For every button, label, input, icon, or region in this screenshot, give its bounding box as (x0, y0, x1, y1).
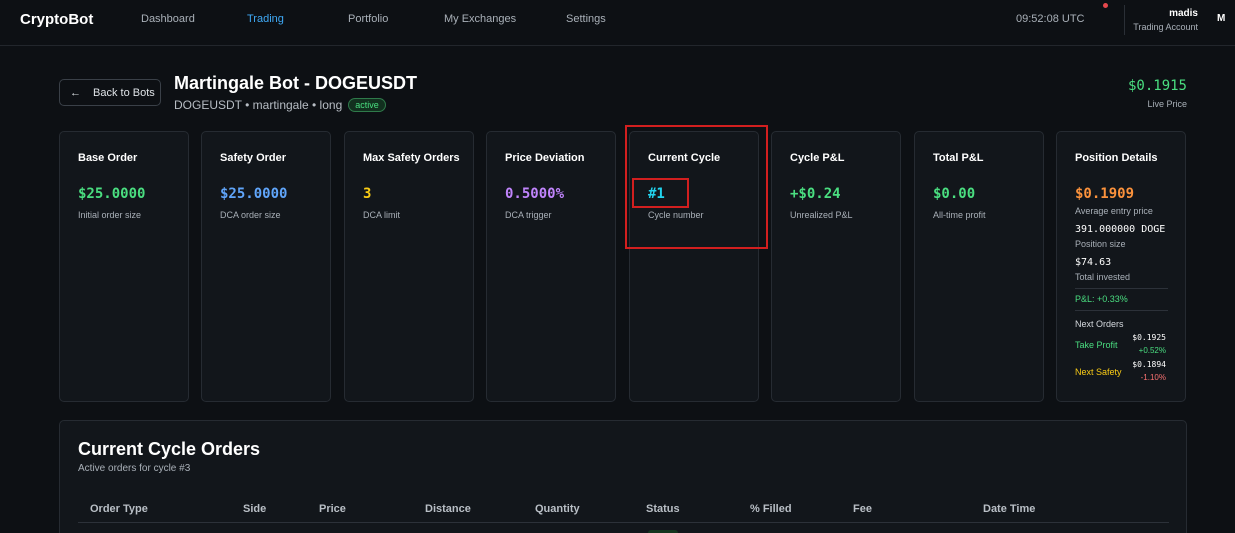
card-title: Price Deviation (505, 152, 585, 164)
avg-entry-label: Average entry price (1075, 206, 1153, 216)
card-title: Cycle P&L (790, 152, 845, 164)
status-badge: active (348, 98, 386, 112)
card-value: $25.0000 (220, 186, 288, 202)
live-price-label: Live Price (1147, 99, 1187, 109)
arrow-left-icon: ← (70, 86, 81, 99)
card-position-details: Position Details $0.1909 Average entry p… (1056, 131, 1186, 402)
utc-clock: 09:52:08 UTC (1016, 13, 1085, 25)
card-desc: Unrealized P&L (790, 210, 853, 220)
card-value: 0.5000% (505, 186, 565, 202)
position-pnl: P&L: +0.33% (1075, 294, 1128, 304)
next-orders-label: Next Orders (1075, 319, 1124, 329)
card-cycle-pnl: Cycle P&L +$0.24 Unrealized P&L (771, 131, 901, 402)
card-value: $25.0000 (78, 186, 146, 202)
back-button-label: Back to Bots (93, 86, 155, 99)
notification-dot-icon[interactable] (1103, 3, 1108, 8)
next-safety-label: Next Safety (1075, 367, 1122, 377)
table-header-divider (78, 522, 1169, 523)
card-total-pnl: Total P&L $0.00 All-time profit (914, 131, 1044, 402)
orders-subtitle: Active orders for cycle #3 (78, 463, 191, 474)
card-safety-order: Safety Order $25.0000 DCA order size (201, 131, 331, 402)
card-base-order: Base Order $25.0000 Initial order size (59, 131, 189, 402)
user-account-type: Trading Account (1133, 22, 1198, 32)
divider (1124, 5, 1125, 35)
col-fee[interactable]: Fee (853, 503, 872, 515)
col-side[interactable]: Side (243, 503, 266, 515)
take-profit-pct: +0.52% (1138, 346, 1166, 355)
live-price: $0.1915 (1127, 78, 1187, 94)
next-safety-price: $0.1894 (1132, 360, 1166, 369)
user-name[interactable]: madis (1169, 8, 1198, 19)
card-price-deviation: Price Deviation 0.5000% DCA trigger (486, 131, 616, 402)
col-quantity[interactable]: Quantity (535, 503, 580, 515)
nav-dashboard[interactable]: Dashboard (141, 13, 195, 25)
divider (1075, 288, 1168, 289)
take-profit-label: Take Profit (1075, 340, 1118, 350)
page-title: Martingale Bot - DOGEUSDT (174, 73, 418, 93)
position-size: 391.000000 DOGE (1075, 224, 1166, 235)
card-value: +$0.24 (790, 186, 841, 202)
divider (1075, 310, 1168, 311)
total-invested-label: Total invested (1075, 272, 1131, 282)
bot-subtitle: DOGEUSDT • martingale • long active (174, 98, 386, 112)
avatar[interactable]: M (1217, 13, 1225, 24)
card-desc: All-time profit (933, 210, 986, 220)
col-filled[interactable]: % Filled (750, 503, 792, 515)
col-status[interactable]: Status (646, 503, 680, 515)
nav-settings[interactable]: Settings (566, 13, 606, 25)
highlight-box-cycle-value (632, 178, 689, 208)
avg-entry-price: $0.1909 (1075, 186, 1135, 202)
brand-logo[interactable]: CryptoBot (20, 11, 93, 28)
card-desc: DCA limit (363, 210, 401, 220)
card-desc: DCA trigger (505, 210, 552, 220)
nav-portfolio[interactable]: Portfolio (348, 13, 388, 25)
card-desc: DCA order size (220, 210, 281, 220)
card-title: Position Details (1075, 152, 1158, 164)
col-price[interactable]: Price (319, 503, 346, 515)
current-cycle-orders-panel: Current Cycle Orders Active orders for c… (59, 420, 1187, 533)
card-max-safety-orders: Max Safety Orders 3 DCA limit (344, 131, 474, 402)
card-title: Total P&L (933, 152, 984, 164)
card-desc: Initial order size (78, 210, 142, 220)
orders-title: Current Cycle Orders (78, 439, 261, 459)
nav-trading[interactable]: Trading (247, 13, 284, 25)
card-title: Safety Order (220, 152, 287, 164)
back-to-bots-button[interactable]: ← Back to Bots (59, 79, 161, 106)
card-value: 3 (363, 186, 372, 202)
nav-my-exchanges[interactable]: My Exchanges (444, 13, 516, 25)
col-distance[interactable]: Distance (425, 503, 471, 515)
top-nav: CryptoBot Dashboard Trading Portfolio My… (0, 0, 1235, 46)
col-date-time[interactable]: Date Time (983, 503, 1035, 515)
take-profit-price: $0.1925 (1132, 333, 1166, 342)
position-size-label: Position size (1075, 239, 1126, 249)
card-title: Max Safety Orders (363, 152, 460, 164)
card-title: Base Order (78, 152, 138, 164)
next-safety-pct: -1.10% (1140, 373, 1166, 382)
total-invested: $74.63 (1075, 257, 1112, 268)
bot-meta: DOGEUSDT • martingale • long (174, 98, 343, 112)
card-value: $0.00 (933, 186, 976, 202)
col-order-type[interactable]: Order Type (90, 503, 148, 515)
